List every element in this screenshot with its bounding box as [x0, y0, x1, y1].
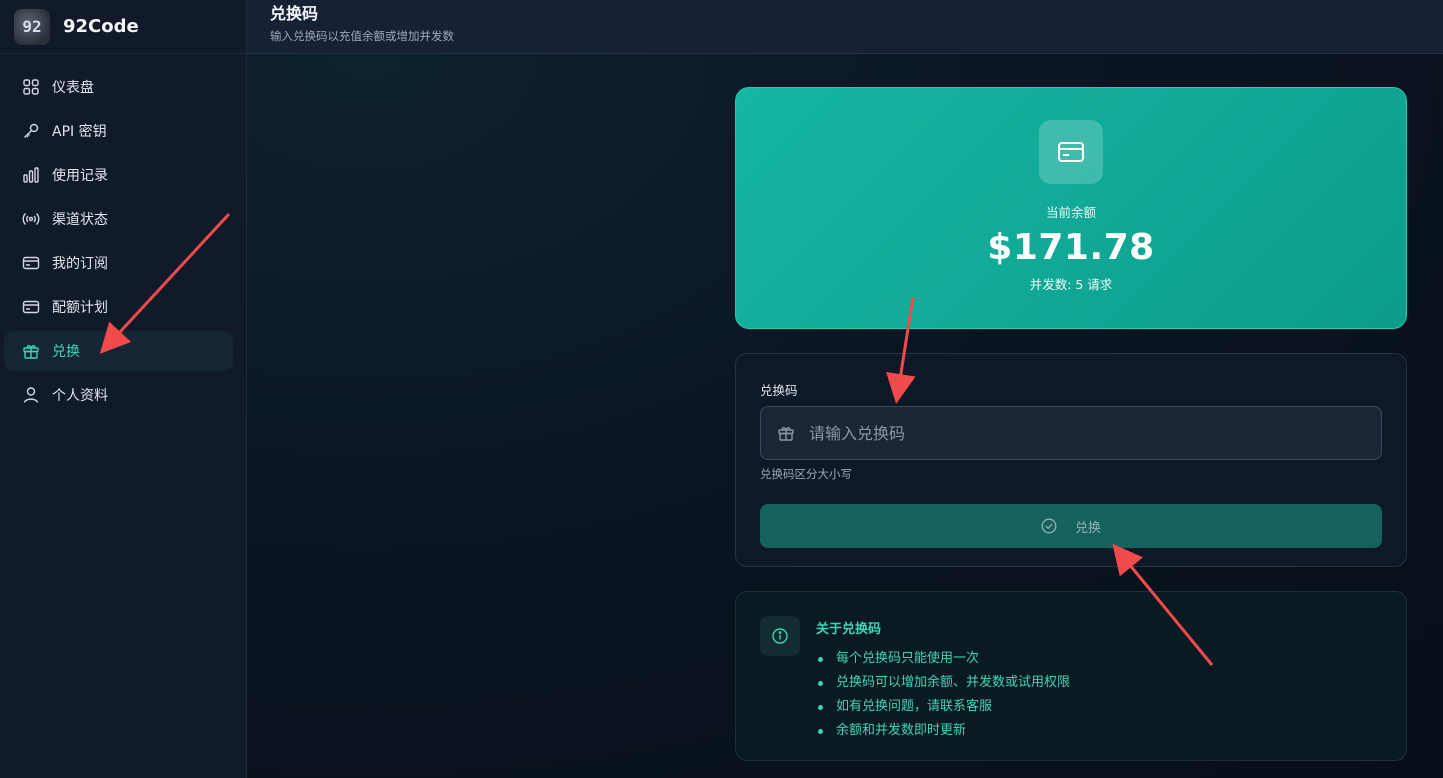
grid-icon	[22, 78, 40, 96]
sidebar: 92 92Code 仪表盘 API 密钥 使用记录 渠道状态 我的订阅 配额计划…	[0, 0, 247, 778]
redeem-code-label: 兑换码	[760, 383, 798, 398]
list-item: 余额和并发数即时更新	[816, 719, 1070, 743]
balance-value: $171.78	[987, 227, 1155, 268]
sidebar-item-profile[interactable]: 个人资料	[4, 375, 233, 415]
sidebar-item-api-keys[interactable]: API 密钥	[4, 111, 233, 151]
sidebar-item-label: 渠道状态	[52, 212, 108, 228]
balance-card: 当前余额 $171.78 并发数: 5 请求	[735, 87, 1407, 329]
credit-card-icon	[22, 254, 40, 272]
sidebar-item-label: API 密钥	[52, 124, 107, 140]
key-icon	[22, 122, 40, 140]
sidebar-item-label: 兑换	[52, 344, 80, 360]
sidebar-item-dashboard[interactable]: 仪表盘	[4, 67, 233, 107]
sidebar-item-label: 仪表盘	[52, 80, 94, 96]
list-item: 如有兑换问题，请联系客服	[816, 695, 1070, 719]
credit-card-icon	[22, 298, 40, 316]
main-content: 当前余额 $171.78 并发数: 5 请求 兑换码 兑换码区分大小写 兑换 关…	[247, 54, 1443, 778]
sidebar-item-channel-status[interactable]: 渠道状态	[4, 199, 233, 239]
sidebar-item-usage[interactable]: 使用记录	[4, 155, 233, 195]
gift-icon	[777, 424, 795, 442]
case-sensitive-hint: 兑换码区分大小写	[760, 467, 852, 481]
concurrency-text: 并发数: 5 请求	[1029, 277, 1113, 292]
redeem-code-field[interactable]	[760, 406, 1382, 460]
info-list: 每个兑换码只能使用一次 兑换码可以增加余额、并发数或试用权限 如有兑换问题，请联…	[816, 647, 1070, 743]
info-panel: 关于兑换码 每个兑换码只能使用一次 兑换码可以增加余额、并发数或试用权限 如有兑…	[735, 591, 1407, 761]
sidebar-item-subscriptions[interactable]: 我的订阅	[4, 243, 233, 283]
list-item: 每个兑换码只能使用一次	[816, 647, 1070, 671]
page-subtitle: 输入兑换码以充值余额或增加并发数	[270, 29, 454, 43]
info-icon	[760, 616, 800, 656]
redeem-button[interactable]: 兑换	[760, 504, 1382, 548]
sidebar-item-label: 我的订阅	[52, 256, 108, 272]
sidebar-item-label: 使用记录	[52, 168, 108, 184]
list-item: 兑换码可以增加余额、并发数或试用权限	[816, 671, 1070, 695]
redeem-form: 兑换码 兑换码区分大小写 兑换	[735, 353, 1407, 567]
check-circle-icon	[1041, 518, 1057, 534]
sidebar-item-label: 个人资料	[52, 388, 108, 404]
broadcast-icon	[22, 210, 40, 228]
logo: 92	[14, 8, 50, 45]
redeem-button-label: 兑换	[1074, 520, 1101, 536]
sidebar-nav: 仪表盘 API 密钥 使用记录 渠道状态 我的订阅 配额计划 兑换 个人资料	[0, 54, 246, 415]
sidebar-item-quota-plans[interactable]: 配额计划	[4, 287, 233, 327]
bar-chart-icon	[22, 166, 40, 184]
redeem-code-input[interactable]	[809, 407, 1381, 459]
page-title: 兑换码	[270, 4, 319, 23]
gift-icon	[22, 342, 40, 360]
balance-label: 当前余额	[1045, 205, 1096, 220]
sidebar-item-label: 配额计划	[52, 300, 108, 316]
sidebar-item-redeem[interactable]: 兑换	[4, 331, 233, 371]
page-header: 兑换码 输入兑换码以充值余额或增加并发数	[247, 0, 1443, 54]
info-title: 关于兑换码	[816, 622, 882, 637]
wallet-icon	[1039, 120, 1103, 184]
info-body: 关于兑换码 每个兑换码只能使用一次 兑换码可以增加余额、并发数或试用权限 如有兑…	[816, 618, 1070, 738]
brand-name: 92Code	[63, 16, 139, 37]
user-icon	[22, 386, 40, 404]
brand[interactable]: 92 92Code	[0, 0, 246, 54]
